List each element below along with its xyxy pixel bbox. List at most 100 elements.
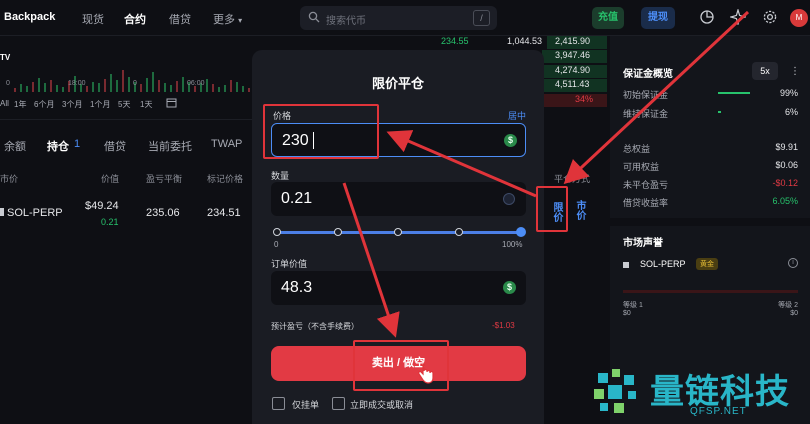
volume-bar xyxy=(182,77,184,92)
volume-bar xyxy=(212,84,214,92)
post-only-checkbox[interactable] xyxy=(272,397,285,410)
x-tick: 0 xyxy=(133,80,137,87)
lending-apy-label: 借贷收益率 xyxy=(623,198,669,208)
ob-total: 2,415.90 xyxy=(555,36,591,46)
order-value-input[interactable]: 48.3 $ xyxy=(271,271,526,305)
annotation-box-price xyxy=(263,104,379,159)
tab-positions[interactable]: 持仓 xyxy=(47,138,69,154)
chevron-down-icon: ▾ xyxy=(238,16,243,25)
range-1d[interactable]: 1天 xyxy=(140,99,152,110)
ob-total: 4,511.43 xyxy=(555,79,590,89)
annotation-box-limit xyxy=(536,186,568,232)
volume-bar xyxy=(236,82,238,92)
ioc-checkbox[interactable] xyxy=(332,397,345,410)
mid-price-button[interactable]: 居中 xyxy=(508,109,526,122)
x-tick: 0 xyxy=(6,80,10,87)
tab-balance[interactable]: 余额 xyxy=(4,138,26,154)
volume-bar xyxy=(152,72,154,92)
level1-value: $0 xyxy=(623,310,631,317)
volume-bar xyxy=(248,88,250,92)
slider-handle[interactable] xyxy=(516,227,526,237)
ob-total: 3,947.46 xyxy=(555,50,591,60)
quantity-input[interactable]: 0.21 xyxy=(271,182,526,216)
lending-apy-value: 6.05% xyxy=(772,196,798,206)
market-voice-title: 市场声誉 xyxy=(623,238,663,249)
range-1m[interactable]: 1个月 xyxy=(90,99,110,110)
search-box[interactable]: 搜索代币 / xyxy=(300,6,497,30)
pie-chart-icon[interactable] xyxy=(699,9,715,25)
volume-bar xyxy=(38,78,40,92)
calendar-icon[interactable] xyxy=(166,97,177,108)
volume-bar xyxy=(116,80,118,92)
withdraw-button[interactable]: 提现 xyxy=(641,7,675,29)
volume-bar xyxy=(206,79,208,92)
volume-bar xyxy=(158,80,160,92)
watermark-url: QFSP.NET xyxy=(690,406,747,417)
position-symbol[interactable]: SOL-PERP xyxy=(7,207,63,219)
close-market-button[interactable]: 市价 xyxy=(572,195,586,225)
volume-bar xyxy=(176,81,178,92)
nav-spot[interactable]: 现货 xyxy=(82,11,104,27)
ob-total: 4,274.90 xyxy=(555,65,591,75)
volume-bar xyxy=(122,70,124,92)
col-header-close-type: 平仓方式 xyxy=(554,174,591,184)
volume-bar xyxy=(128,77,130,92)
level1-label: 等级 1 xyxy=(623,302,643,309)
volume-bar xyxy=(242,86,244,92)
table-row[interactable]: SOL-PERP $49.24 0.21 235.06 234.51 xyxy=(0,196,252,227)
slider-stop[interactable] xyxy=(273,228,281,236)
ellipsis-icon[interactable]: ⋮ xyxy=(790,66,800,77)
ioc-label: 立即成交或取消 xyxy=(350,400,414,410)
sol-icon xyxy=(623,262,629,268)
col-header-mark: 标记价格 xyxy=(207,174,244,184)
slider-stop[interactable] xyxy=(455,228,463,236)
range-1y[interactable]: 1年 xyxy=(14,99,26,110)
nav-lending[interactable]: 借贷 xyxy=(169,11,191,27)
level-progress-bar xyxy=(623,290,798,293)
x-tick: 18:00 xyxy=(68,80,86,87)
orderbook-row[interactable]: 234.55 1,044.53 2,415.90 xyxy=(437,36,607,49)
post-only-label: 仅挂单 xyxy=(292,400,320,410)
estimated-pnl-value: -$1.03 xyxy=(492,321,515,330)
range-3m[interactable]: 3个月 xyxy=(62,99,82,110)
sol-token-icon xyxy=(503,193,515,205)
range-6m[interactable]: 6个月 xyxy=(34,99,54,110)
order-value-label: 订单价值 xyxy=(271,259,308,269)
avatar[interactable]: M xyxy=(790,9,808,27)
range-5d[interactable]: 5天 xyxy=(118,99,130,110)
slider-stop[interactable] xyxy=(394,228,402,236)
volume-bar xyxy=(56,85,58,92)
margin-overview-title: 保证金概览 xyxy=(623,69,673,80)
volume-bar xyxy=(218,87,220,92)
volume-bar xyxy=(104,79,106,92)
position-mark-price: 234.51 xyxy=(207,207,241,219)
info-icon[interactable]: i xyxy=(788,258,798,268)
sol-icon xyxy=(0,208,4,216)
position-value: $49.24 xyxy=(85,200,119,212)
sparkle-icon[interactable] xyxy=(730,9,746,25)
ob-total: 34% xyxy=(575,94,594,104)
tab-twap[interactable]: TWAP xyxy=(211,138,242,150)
available-equity-label: 可用权益 xyxy=(623,162,660,172)
tab-borrow[interactable]: 借贷 xyxy=(104,138,126,154)
volume-bar xyxy=(140,84,142,92)
initial-margin-label: 初始保证金 xyxy=(623,90,669,100)
dialog-title: 限价平仓 xyxy=(371,76,424,91)
unrealized-pnl-value: -$0.12 xyxy=(772,178,798,188)
range-all[interactable]: All xyxy=(0,99,9,108)
maintenance-margin-bar xyxy=(718,111,721,113)
order-value: 48.3 xyxy=(281,279,313,296)
col-header-market: 市价 xyxy=(0,174,19,184)
tab-open-orders[interactable]: 当前委托 xyxy=(148,138,192,154)
volume-bar xyxy=(230,80,232,92)
leverage-button[interactable]: 5x xyxy=(752,62,778,80)
deposit-button[interactable]: 充值 xyxy=(592,7,624,29)
level2-label: 等级 2 xyxy=(778,302,798,309)
volume-bar xyxy=(44,83,46,92)
slider-stop[interactable] xyxy=(334,228,342,236)
nav-futures[interactable]: 合约 xyxy=(124,11,146,27)
gear-icon[interactable] xyxy=(762,9,778,25)
app-logo[interactable]: Backpack xyxy=(4,11,55,23)
nav-more[interactable]: 更多 ▾ xyxy=(213,11,242,27)
volume-bar xyxy=(26,86,28,92)
